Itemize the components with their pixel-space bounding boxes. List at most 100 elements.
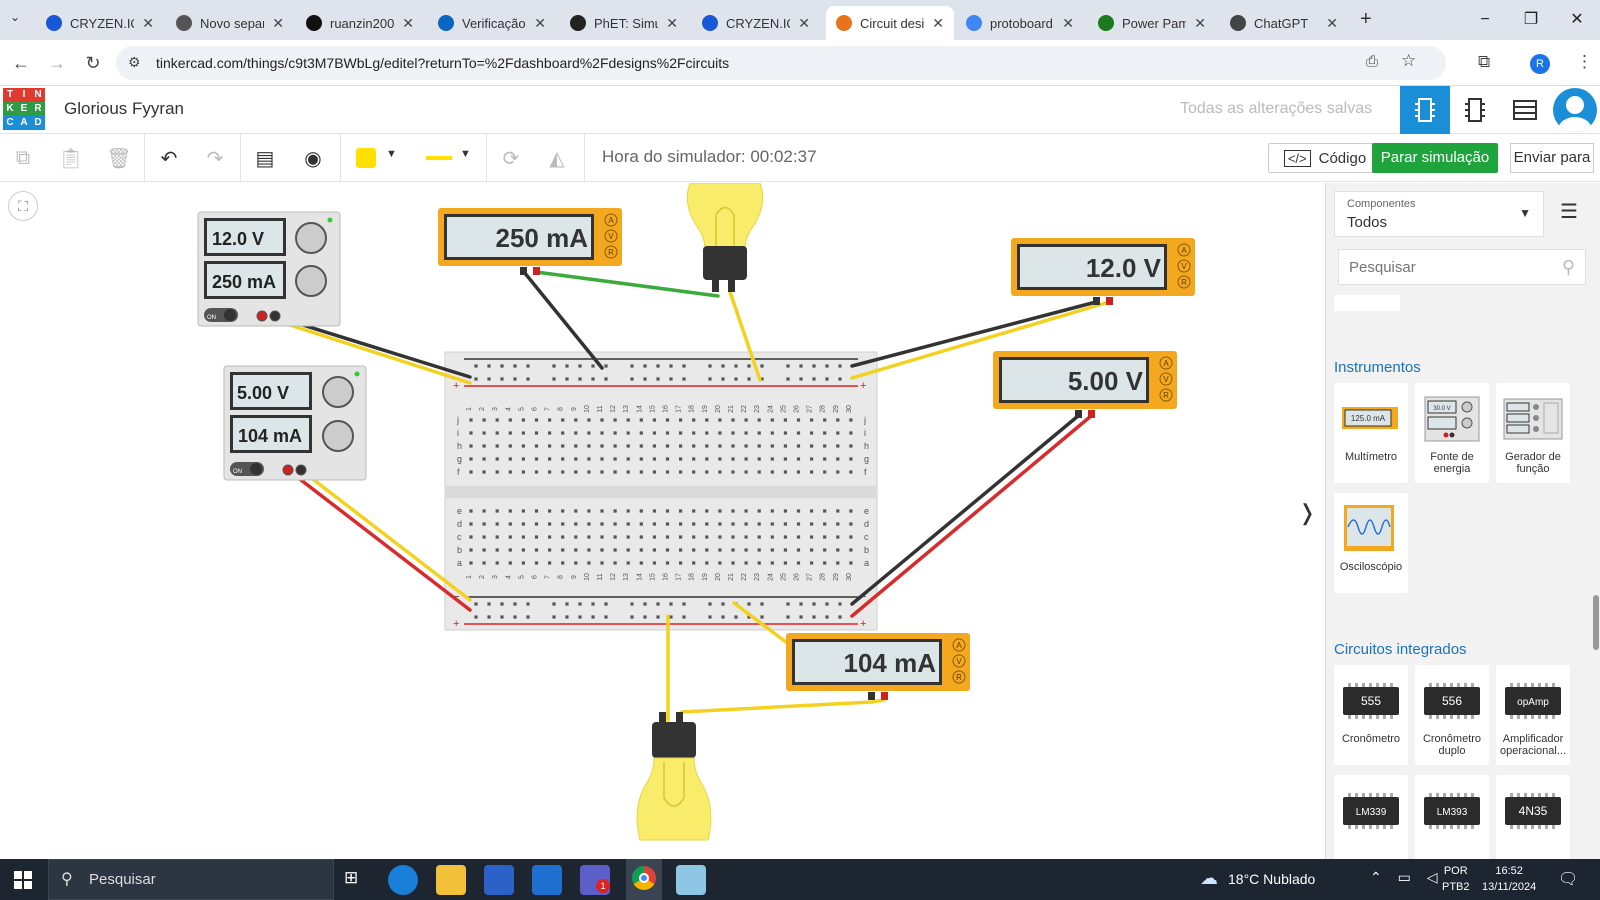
breadboard-hole[interactable] <box>731 561 735 565</box>
breadboard-hole[interactable] <box>469 431 473 435</box>
breadboard-hole[interactable] <box>508 561 512 565</box>
breadboard-hole[interactable] <box>591 615 595 619</box>
breadboard-hole[interactable] <box>760 602 764 606</box>
breadboard-hole[interactable] <box>721 364 725 368</box>
breadboard-hole[interactable] <box>679 548 683 552</box>
user-avatar[interactable] <box>1553 88 1597 132</box>
breadboard-hole[interactable] <box>692 522 696 526</box>
breadboard-hole[interactable] <box>744 470 748 474</box>
code-button[interactable]: </> Código <box>1268 143 1382 173</box>
breadboard-hole[interactable] <box>823 522 827 526</box>
breadboard-hole[interactable] <box>652 522 656 526</box>
tab-close-icon[interactable]: ✕ <box>798 15 810 32</box>
breadboard-hole[interactable] <box>799 364 803 368</box>
multimeter-bottom[interactable]: 104 mA AVR <box>786 633 970 700</box>
breadboard-hole[interactable] <box>825 602 829 606</box>
circuit-drawing[interactable]: 1122334455667788991010111112121313141415… <box>0 183 1325 859</box>
breadboard-hole[interactable] <box>744 522 748 526</box>
breadboard-hole[interactable] <box>639 418 643 422</box>
breadboard-hole[interactable] <box>796 418 801 422</box>
breadboard-hole[interactable] <box>810 418 814 422</box>
breadboard-hole[interactable] <box>626 535 630 539</box>
close-window-button[interactable]: ✕ <box>1554 0 1600 40</box>
breadboard-hole[interactable] <box>665 548 670 552</box>
breadboard-hole[interactable] <box>587 561 591 565</box>
breadboard-hole[interactable] <box>552 602 556 606</box>
breadboard-hole[interactable] <box>561 431 565 435</box>
breadboard-hole[interactable] <box>731 522 735 526</box>
breadboard-hole[interactable] <box>705 509 709 513</box>
chrome-taskbar-button[interactable] <box>626 859 662 900</box>
breadboard-hole[interactable] <box>770 509 774 513</box>
breadboard-hole[interactable] <box>770 431 774 435</box>
url-text[interactable]: tinkercad.com/things/c9t3M7BWbLg/editel?… <box>156 55 729 71</box>
breadboard-hole[interactable] <box>825 364 829 368</box>
breadboard-hole[interactable] <box>613 457 617 461</box>
breadboard-hole[interactable] <box>757 457 761 461</box>
notes-button[interactable]: ▤ <box>248 142 282 174</box>
breadboard-hole[interactable] <box>744 444 748 448</box>
breadboard-hole[interactable] <box>849 561 853 565</box>
tab-close-icon[interactable]: ✕ <box>666 15 678 32</box>
breadboard-hole[interactable] <box>521 457 525 461</box>
breadboard-hole[interactable] <box>796 561 801 565</box>
breadboard-hole[interactable] <box>600 548 604 552</box>
breadboard-hole[interactable] <box>747 377 751 381</box>
breadboard-hole[interactable] <box>652 509 656 513</box>
current-knob[interactable] <box>322 420 354 452</box>
breadboard-hole[interactable] <box>626 470 630 474</box>
breadboard-hole[interactable] <box>469 457 473 461</box>
breadboard-hole[interactable] <box>796 509 801 513</box>
breadboard-hole[interactable] <box>487 377 491 381</box>
breadboard-hole[interactable] <box>587 535 591 539</box>
breadboard-hole[interactable] <box>534 470 539 474</box>
breadboard-hole[interactable] <box>783 418 787 422</box>
breadboard-hole[interactable] <box>757 431 761 435</box>
breadboard-hole[interactable] <box>548 548 552 552</box>
breadboard-hole[interactable] <box>500 602 504 606</box>
teams-icon[interactable]: 1 <box>580 865 610 895</box>
breadboard-hole[interactable] <box>679 431 683 435</box>
breadboard-hole[interactable] <box>744 548 748 552</box>
breadboard-hole[interactable] <box>469 444 473 448</box>
flip-button[interactable]: ◭ <box>540 142 574 174</box>
breadboard-hole[interactable] <box>578 364 582 368</box>
breadboard-hole[interactable] <box>591 364 595 368</box>
breadboard-hole[interactable] <box>849 548 853 552</box>
tinkercad-logo[interactable]: TINKERCAD <box>3 88 45 130</box>
breadboard-hole[interactable] <box>604 377 608 381</box>
tab-close-icon[interactable]: ✕ <box>534 15 546 32</box>
breadboard-hole[interactable] <box>744 509 748 513</box>
breadboard-hole[interactable] <box>783 470 787 474</box>
breadboard-hole[interactable] <box>574 522 578 526</box>
breadboard-hole[interactable] <box>534 535 539 539</box>
browser-tab[interactable]: Circuit desig ✕ <box>826 6 954 40</box>
breadboard-hole[interactable] <box>810 535 814 539</box>
breadboard-hole[interactable] <box>587 457 591 461</box>
breadboard-hole[interactable] <box>823 444 827 448</box>
voltage-knob[interactable] <box>295 222 327 254</box>
breadboard-hole[interactable] <box>521 431 525 435</box>
breadboard-hole[interactable] <box>669 615 673 619</box>
breadboard-hole[interactable] <box>783 509 787 513</box>
breadboard-hole[interactable] <box>796 522 801 526</box>
light-bulb-top[interactable] <box>686 183 764 292</box>
breadboard-hole[interactable] <box>508 457 512 461</box>
breadboard-hole[interactable] <box>548 418 552 422</box>
breadboard-hole[interactable] <box>600 431 604 435</box>
breadboard-hole[interactable] <box>639 548 643 552</box>
paste-button[interactable]: 📋︎ <box>54 142 88 174</box>
breadboard-hole[interactable] <box>786 602 790 606</box>
browser-tab[interactable]: CRYZEN.IO ✕ <box>692 6 820 40</box>
breadboard-hole[interactable] <box>587 444 591 448</box>
breadboard-hole[interactable] <box>718 509 722 513</box>
breadboard-hole[interactable] <box>574 561 578 565</box>
breadboard-hole[interactable] <box>836 522 840 526</box>
breadboard-hole[interactable] <box>639 561 643 565</box>
component-search[interactable]: ⚲ <box>1338 249 1586 285</box>
multimeter-top[interactable]: 250 mA AVR <box>438 208 622 275</box>
tab-close-icon[interactable]: ✕ <box>142 15 154 32</box>
breadboard-hole[interactable] <box>692 548 696 552</box>
install-app-icon[interactable]: ⎙ <box>1366 53 1378 70</box>
breadboard-hole[interactable] <box>495 418 499 422</box>
